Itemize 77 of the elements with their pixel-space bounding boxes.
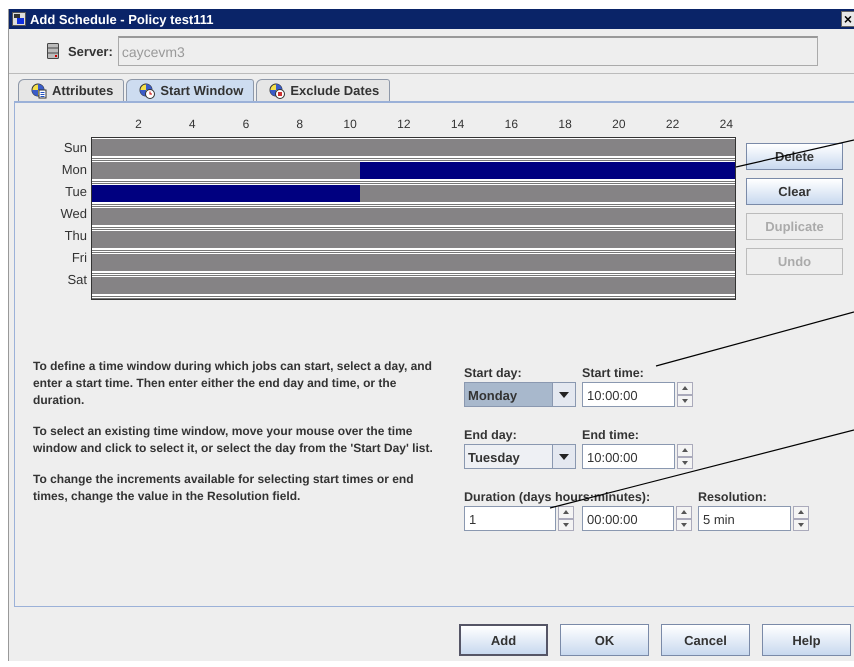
dialog-button[interactable]: Help [762,624,851,656]
time-window-slot[interactable] [708,162,736,179]
dropdown-arrow-icon [559,454,569,460]
time-field[interactable]: 10:00:00 [582,444,675,469]
time-window-slot[interactable] [92,185,119,202]
instruction-text: To define a time window during which jobs can start, select a day, and enter a start time. Then enter either the end day and time, or the duration. [33,358,433,409]
day-label: Start day: [464,366,523,380]
window-icon [12,12,26,26]
dialog-button[interactable]: Add [459,624,548,656]
up-arrow-icon [563,510,570,514]
spin-up-button[interactable] [793,506,809,518]
time-field[interactable]: 10:00:00 [582,382,675,407]
days-field[interactable]: 1 [464,506,556,531]
list-globe-icon [31,82,47,98]
spin-down-button[interactable] [676,518,692,531]
duration-time-field[interactable]: 00:00:00 [582,506,674,531]
action-button[interactable]: Delete [746,143,843,170]
up-arrow-icon [681,510,688,514]
dropdown-arrow-icon [559,392,569,398]
schedule-grid[interactable] [91,137,736,300]
hour-label: 12 [396,117,412,133]
up-arrow-icon [798,510,804,514]
tab[interactable]: Exclude Dates [256,79,390,101]
hour-label: 10 [342,117,358,133]
spin-up-button[interactable] [676,506,692,518]
hour-label: 24 [718,117,734,133]
hour-label: 22 [664,117,680,133]
day-label: Sun [64,139,88,157]
dialog-button[interactable]: OK [560,624,649,656]
spin-up-button[interactable] [677,444,693,456]
time-label: End time: [582,428,640,442]
instruction-text: To select an existing time window, move your mouse over the time window and click to select it, or select the day from the 'Start Day' list. [33,423,434,457]
resolution-field[interactable]: 5 min [698,506,791,531]
dialog-button[interactable]: Cancel [661,624,750,656]
spin-down-button[interactable] [677,394,693,407]
window-title: Add Schedule - Policy test111 [30,12,215,26]
day-label: Fri [72,249,88,267]
down-arrow-icon [563,522,570,527]
hour-label: 6 [242,117,250,133]
time-label: Start time: [582,366,645,380]
hour-label: 20 [611,117,626,133]
action-button[interactable]: Clear [746,178,843,205]
hour-label: 2 [134,117,143,133]
tab[interactable]: Start Window [126,79,254,101]
day-label: Thu [64,227,88,245]
clock-globe-icon [139,82,156,98]
day-label: End day: [464,428,518,442]
spin-down-button[interactable] [558,518,574,531]
spin-up-button[interactable] [558,506,574,518]
time-window-slot[interactable] [333,185,360,202]
up-arrow-icon [682,386,688,390]
server-label: Server: [68,44,113,58]
day-label: Sat [67,271,88,289]
day-label: Mon [62,161,88,179]
tab[interactable]: Attributes [18,79,124,101]
server-icon [47,43,59,59]
up-arrow-icon [682,448,688,452]
day-label: Tue [65,183,88,201]
hour-label: 8 [295,117,304,133]
down-arrow-icon [682,460,688,465]
time-window-slot[interactable] [360,162,387,179]
down-arrow-icon [682,398,688,403]
hour-label: 18 [557,117,573,133]
down-arrow-icon [798,522,804,527]
resolution-label: Resolution: [698,490,768,504]
spin-down-button[interactable] [793,518,809,531]
down-arrow-icon [681,522,688,527]
hour-label: 16 [504,117,519,133]
hour-label: 14 [450,117,466,133]
instruction-text: To change the increments available for selecting start times or end times, change the value in the Resolution field. [33,471,415,505]
spin-down-button[interactable] [677,456,693,469]
hour-label: 4 [188,117,196,133]
close-button[interactable]: × [841,11,854,27]
day-label: Wed [60,205,88,223]
spin-up-button[interactable] [677,382,693,394]
day-dropdown[interactable]: Monday [464,382,576,407]
day-dropdown[interactable]: Tuesday [464,444,576,469]
